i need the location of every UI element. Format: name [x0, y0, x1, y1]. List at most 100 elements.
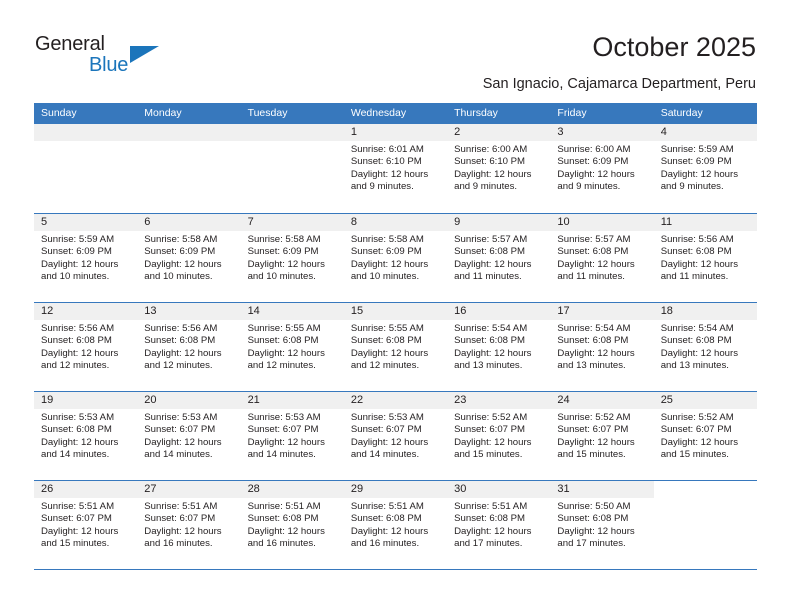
calendar-day-cell[interactable]: 22 Sunrise: 5:53 AM Sunset: 6:07 PM Dayligh… [343, 392, 448, 480]
day-info-line: Daylight: 12 hours [660, 168, 739, 180]
calendar-day-cell[interactable]: 5 Sunrise: 5:59 AM Sunset: 6:09 PM Daylight… [34, 214, 138, 302]
day-info-line: Sunset: 6:07 PM [557, 424, 629, 436]
calendar-day-cell[interactable]: 24 Sunrise: 5:52 AM Sunset: 6:07 PM Dayligh… [550, 392, 654, 480]
day-number: 19 [34, 392, 138, 409]
day-info-line: Daylight: 12 hours [454, 258, 532, 270]
day-info-line: Daylight: 12 hours [350, 436, 429, 448]
calendar-day-cell[interactable]: 10 Sunrise: 5:57 AM Sunset: 6:08 PM Dayligh… [550, 214, 654, 302]
calendar-day-cell[interactable]: 21 Sunrise: 5:53 AM Sunset: 6:07 PM Dayligh… [240, 392, 344, 480]
calendar-bottom-border [34, 569, 757, 570]
day-sun-info: Sunrise: 5:53 AM Sunset: 6:08 PM Daylight:… [34, 409, 137, 462]
calendar-week-row: 1 Sunrise: 6:01 AM Sunset: 6:10 PM Daylight… [34, 124, 757, 213]
day-sun-info: Sunrise: 5:54 AM Sunset: 6:08 PM Daylight:… [447, 320, 550, 373]
day-info-line: and 14 minutes. [247, 449, 316, 461]
day-info-line: Sunrise: 5:55 AM [350, 323, 424, 334]
day-info-line: Sunset: 6:08 PM [41, 424, 112, 436]
calendar-day-cell[interactable]: 17 Sunrise: 5:54 AM Sunset: 6:08 PM Dayligh… [550, 303, 654, 391]
day-info-line: Sunrise: 5:51 AM [41, 501, 115, 512]
day-number: 9 [447, 214, 551, 231]
calendar-day-cell[interactable]: 23 Sunrise: 5:52 AM Sunset: 6:07 PM Dayligh… [447, 392, 551, 480]
day-info-line: Daylight: 12 hours [660, 436, 739, 448]
calendar-day-cell[interactable]: 1 Sunrise: 6:01 AM Sunset: 6:10 PM Daylight… [343, 124, 448, 213]
calendar-day-cell[interactable]: 8 Sunrise: 5:58 AM Sunset: 6:09 PM Daylight… [343, 214, 448, 302]
calendar-day-cell-empty [240, 124, 344, 213]
day-info-line: Sunrise: 5:56 AM [144, 323, 218, 334]
day-number [240, 124, 344, 141]
day-info-line: Daylight: 12 hours [247, 258, 325, 270]
day-info-line: Sunrise: 5:54 AM [557, 323, 631, 334]
calendar-week-row: 26 Sunrise: 5:51 AM Sunset: 6:07 PM Dayligh… [34, 480, 757, 569]
day-info-line: Sunset: 6:09 PM [557, 156, 629, 168]
calendar-day-cell[interactable]: 6 Sunrise: 5:58 AM Sunset: 6:09 PM Daylight… [137, 214, 241, 302]
day-number: 18 [653, 303, 757, 320]
day-sun-info: Sunrise: 6:00 AM Sunset: 6:10 PM Daylight:… [447, 141, 550, 194]
day-info-line: Sunrise: 5:56 AM [41, 323, 115, 334]
calendar-day-cell[interactable]: 28 Sunrise: 5:51 AM Sunset: 6:08 PM Dayligh… [240, 481, 344, 569]
day-info-line: and 10 minutes. [41, 271, 110, 283]
day-number [654, 481, 757, 498]
calendar-day-cell[interactable]: 9 Sunrise: 5:57 AM Sunset: 6:08 PM Daylight… [447, 214, 551, 302]
day-number: 7 [240, 214, 344, 231]
calendar-day-cell[interactable]: 14 Sunrise: 5:55 AM Sunset: 6:08 PM Dayligh… [240, 303, 344, 391]
calendar-day-cell[interactable]: 27 Sunrise: 5:51 AM Sunset: 6:07 PM Dayligh… [137, 481, 241, 569]
calendar-day-cell[interactable]: 26 Sunrise: 5:51 AM Sunset: 6:07 PM Dayligh… [34, 481, 138, 569]
calendar-day-cell-empty [653, 481, 757, 569]
day-sun-info: Sunrise: 5:51 AM Sunset: 6:08 PM Daylight:… [344, 498, 447, 551]
day-info-line: Sunset: 6:10 PM [454, 156, 526, 168]
day-info-line: Sunrise: 6:00 AM [557, 144, 631, 155]
calendar-day-cell-empty [137, 124, 241, 213]
day-info-line: Sunset: 6:09 PM [41, 246, 112, 258]
day-info-line: Sunset: 6:07 PM [350, 424, 422, 436]
day-info-line: Sunrise: 5:56 AM [660, 234, 734, 245]
calendar-day-cell[interactable]: 19 Sunrise: 5:53 AM Sunset: 6:08 PM Dayligh… [34, 392, 138, 480]
calendar-day-cell[interactable]: 3 Sunrise: 6:00 AM Sunset: 6:09 PM Daylight… [550, 124, 654, 213]
day-sun-info: Sunrise: 5:55 AM Sunset: 6:08 PM Daylight:… [241, 320, 344, 373]
calendar-day-cell[interactable]: 4 Sunrise: 5:59 AM Sunset: 6:09 PM Daylight… [653, 124, 757, 213]
day-sun-info: Sunrise: 5:54 AM Sunset: 6:08 PM Daylight:… [654, 320, 757, 373]
day-info-line: Sunset: 6:08 PM [350, 335, 422, 347]
day-info-line: Sunrise: 5:58 AM [144, 234, 218, 245]
weekday-header-wednesday: Wednesday [350, 107, 407, 119]
calendar-week-row: 12 Sunrise: 5:56 AM Sunset: 6:08 PM Dayligh… [34, 302, 757, 391]
day-info-line: Sunrise: 5:52 AM [454, 412, 528, 423]
calendar-day-cell[interactable]: 11 Sunrise: 5:56 AM Sunset: 6:08 PM Dayligh… [653, 214, 757, 302]
day-info-line: and 15 minutes. [557, 449, 626, 461]
day-info-line: Daylight: 12 hours [144, 347, 222, 359]
logo-triangle-icon [130, 46, 159, 63]
general-blue-logo[interactable]: General Blue [35, 33, 235, 83]
calendar-day-cell[interactable]: 18 Sunrise: 5:54 AM Sunset: 6:08 PM Dayligh… [653, 303, 757, 391]
day-sun-info: Sunrise: 5:56 AM Sunset: 6:08 PM Daylight:… [654, 231, 757, 284]
day-info-line: and 15 minutes. [454, 449, 523, 461]
calendar-day-cell[interactable]: 15 Sunrise: 5:55 AM Sunset: 6:08 PM Dayligh… [343, 303, 448, 391]
day-info-line: Sunset: 6:07 PM [144, 513, 216, 525]
calendar-day-cell[interactable]: 30 Sunrise: 5:51 AM Sunset: 6:08 PM Dayligh… [447, 481, 551, 569]
day-info-line: Daylight: 12 hours [557, 258, 635, 270]
calendar-day-cell[interactable]: 13 Sunrise: 5:56 AM Sunset: 6:08 PM Dayligh… [137, 303, 241, 391]
day-number: 29 [343, 481, 448, 498]
calendar-day-cell[interactable]: 12 Sunrise: 5:56 AM Sunset: 6:08 PM Dayligh… [34, 303, 138, 391]
day-info-line: and 10 minutes. [144, 271, 213, 283]
day-info-line: Daylight: 12 hours [350, 525, 429, 537]
day-info-line: Sunset: 6:08 PM [557, 513, 629, 525]
logo-text-blue: Blue [89, 54, 129, 76]
day-number: 26 [34, 481, 138, 498]
day-info-line: and 16 minutes. [144, 538, 213, 550]
page-subtitle: San Ignacio, Cajamarca Department, Peru [482, 76, 756, 92]
calendar-day-cell[interactable]: 29 Sunrise: 5:51 AM Sunset: 6:08 PM Dayligh… [343, 481, 448, 569]
day-number [34, 124, 138, 141]
day-info-line: Sunset: 6:08 PM [144, 335, 216, 347]
calendar-day-cell[interactable]: 25 Sunrise: 5:52 AM Sunset: 6:07 PM Dayligh… [653, 392, 757, 480]
calendar-day-cell[interactable]: 2 Sunrise: 6:00 AM Sunset: 6:10 PM Daylight… [447, 124, 551, 213]
calendar-day-cell[interactable]: 20 Sunrise: 5:53 AM Sunset: 6:07 PM Dayligh… [137, 392, 241, 480]
day-info-line: Sunset: 6:08 PM [41, 335, 112, 347]
calendar-day-cell[interactable]: 7 Sunrise: 5:58 AM Sunset: 6:09 PM Daylight… [240, 214, 344, 302]
day-info-line: and 17 minutes. [557, 538, 626, 550]
day-info-line: and 13 minutes. [454, 360, 523, 372]
day-info-line: Sunrise: 5:51 AM [454, 501, 528, 512]
calendar-day-cell[interactable]: 31 Sunrise: 5:50 AM Sunset: 6:08 PM Dayligh… [550, 481, 654, 569]
calendar-day-cell[interactable]: 16 Sunrise: 5:54 AM Sunset: 6:08 PM Dayligh… [447, 303, 551, 391]
day-number: 13 [137, 303, 241, 320]
day-info-line: Daylight: 12 hours [350, 258, 429, 270]
day-info-line: Daylight: 12 hours [454, 436, 532, 448]
day-info-line: Sunrise: 5:52 AM [660, 412, 734, 423]
